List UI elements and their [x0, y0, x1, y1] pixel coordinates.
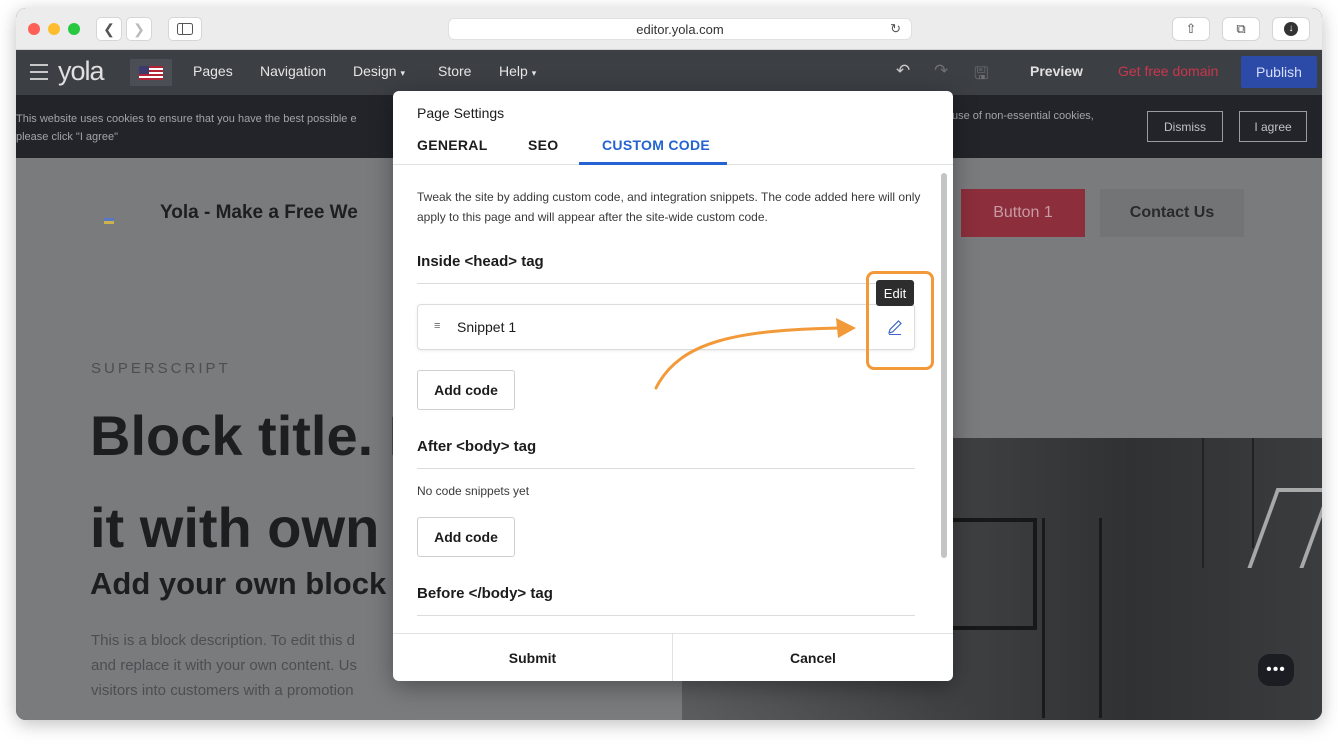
yola-logo: yola: [58, 56, 105, 86]
chevron-left-icon: ❮: [103, 20, 115, 37]
annotation-arrow-icon: [654, 318, 856, 390]
no-snippets-text: No code snippets yet: [417, 484, 530, 498]
site-button-1[interactable]: Button 1: [961, 189, 1085, 237]
body-section-heading: After <body> tag: [417, 438, 537, 455]
language-flag-button[interactable]: [130, 59, 172, 86]
dismiss-button[interactable]: Dismiss: [1147, 111, 1223, 142]
chevron-right-icon: ❯: [133, 20, 145, 37]
undo-icon[interactable]: ↶: [896, 61, 910, 81]
tab-custom-code[interactable]: CUSTOM CODE: [602, 137, 710, 153]
get-free-domain-link[interactable]: Get free domain: [1118, 63, 1218, 79]
menu-design-label: Design: [353, 63, 397, 79]
block-desc-line2: and replace it with your own content. Us: [91, 657, 357, 674]
block-subtitle: Add your own block s: [90, 566, 410, 601]
cookie-text-line1: This website uses cookies to ensure that…: [16, 113, 357, 125]
menu-pages[interactable]: Pages: [193, 63, 233, 79]
preview-button[interactable]: Preview: [1030, 63, 1083, 79]
body-end-section-heading: Before </body> tag: [417, 585, 553, 602]
site-contact-button[interactable]: Contact Us: [1100, 189, 1244, 237]
photo-lamp-cord: [1252, 438, 1254, 548]
agree-button[interactable]: I agree: [1239, 111, 1307, 142]
add-code-body-button[interactable]: Add code: [417, 517, 515, 557]
us-flag-icon: [139, 65, 163, 80]
sidebar-icon: [177, 23, 193, 35]
menu-help[interactable]: Help ▾: [499, 63, 536, 79]
cookie-text-right: use of non-essential cookies,: [952, 110, 1094, 122]
cancel-button[interactable]: Cancel: [673, 634, 953, 681]
browser-toolbar: ❮ ❯ editor.yola.com ↻ ⇧ ⧉ ↓: [16, 8, 1322, 50]
cookie-text: This website uses cookies to ensure that…: [16, 110, 396, 146]
site-logo-icon: [104, 218, 114, 224]
minimize-window-button[interactable]: [48, 23, 60, 35]
hamburger-menu-icon[interactable]: [30, 64, 48, 80]
reload-icon[interactable]: ↻: [890, 21, 901, 37]
section-divider: [417, 283, 915, 284]
url-text: editor.yola.com: [636, 21, 724, 37]
tab-general[interactable]: GENERAL: [417, 137, 488, 153]
modal-body: Tweak the site by adding custom code, an…: [393, 166, 953, 634]
menu-design[interactable]: Design ▾: [353, 63, 405, 79]
block-desc-line3: visitors into customers with a promotion: [91, 682, 354, 699]
head-section-heading: Inside <head> tag: [417, 253, 544, 270]
section-divider: [417, 615, 915, 616]
editor-toolbar: yola Pages Navigation Design ▾ Store Hel…: [16, 50, 1322, 95]
sidebar-toggle-button[interactable]: [168, 17, 202, 41]
custom-code-description: Tweak the site by adding custom code, an…: [417, 190, 921, 224]
modal-scrollbar[interactable]: [941, 173, 947, 558]
submit-button[interactable]: Submit: [393, 634, 673, 681]
forward-button[interactable]: ❯: [126, 17, 152, 41]
cookie-text-line2: please click "I agree": [16, 131, 118, 143]
photo-triangle-decor: [1247, 488, 1322, 568]
download-icon: ↓: [1284, 22, 1298, 36]
close-window-button[interactable]: [28, 23, 40, 35]
menu-navigation[interactable]: Navigation: [260, 63, 326, 79]
block-superscript: SUPERSCRIPT: [91, 360, 231, 377]
block-desc-line1: This is a block description. To edit thi…: [91, 632, 356, 649]
share-icon: ⇧: [1185, 21, 1197, 36]
modal-tabs: GENERAL SEO CUSTOM CODE: [393, 127, 953, 165]
address-bar[interactable]: editor.yola.com ↻: [448, 18, 912, 40]
edit-tooltip: Edit: [876, 280, 914, 306]
block-description: This is a block description. To edit thi…: [91, 628, 411, 703]
block-title: Block title. R it with own c: [90, 390, 410, 574]
share-button[interactable]: ⇧: [1172, 17, 1210, 41]
section-divider: [417, 468, 915, 469]
menu-help-label: Help: [499, 63, 528, 79]
site-title: Yola - Make a Free We: [160, 202, 358, 223]
tab-seo[interactable]: SEO: [528, 137, 558, 153]
tabs-icon: ⧉: [1236, 21, 1246, 36]
drag-handle-icon[interactable]: ≡: [434, 320, 440, 332]
caret-down-icon: ▾: [531, 68, 537, 78]
photo-lamp-cord: [1202, 438, 1204, 568]
downloads-button[interactable]: ↓: [1272, 17, 1310, 41]
modal-footer: Submit Cancel: [393, 633, 953, 681]
snippet-name: Snippet 1: [457, 319, 517, 335]
tabs-button[interactable]: ⧉: [1222, 17, 1260, 41]
back-button[interactable]: ❮: [96, 17, 122, 41]
block-title-line1: Block title. R: [90, 404, 410, 467]
menu-store[interactable]: Store: [438, 63, 471, 79]
chat-icon[interactable]: •••: [1258, 654, 1294, 686]
add-code-head-button[interactable]: Add code: [417, 370, 515, 410]
maximize-window-button[interactable]: [68, 23, 80, 35]
caret-down-icon: ▾: [400, 68, 406, 78]
active-tab-indicator: [579, 162, 727, 165]
photo-shelf: [1042, 518, 1102, 718]
modal-title: Page Settings: [417, 105, 505, 121]
publish-button[interactable]: Publish: [1241, 56, 1317, 88]
block-title-line2: it with own c: [90, 496, 410, 559]
photo-frame: [947, 518, 1037, 630]
redo-icon[interactable]: ↷: [934, 61, 948, 81]
save-icon[interactable]: 🖫: [974, 61, 988, 90]
